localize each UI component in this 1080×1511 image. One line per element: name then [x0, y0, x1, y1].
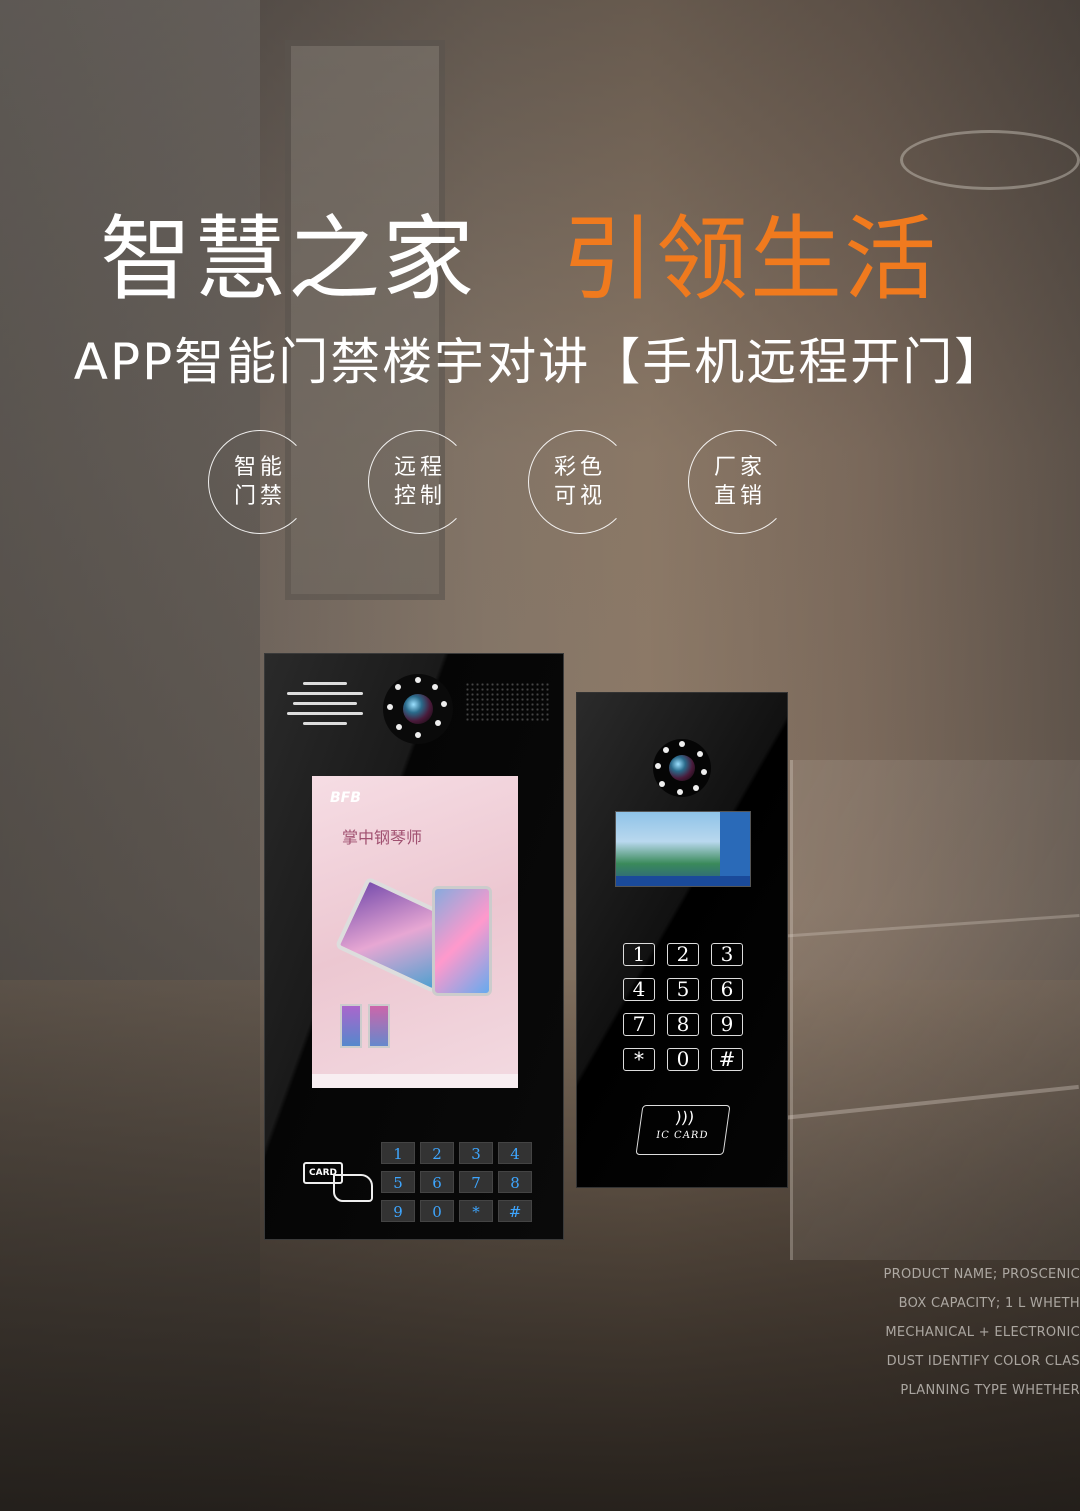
- background-table: [900, 130, 1080, 190]
- keypad-key: 7: [623, 1013, 655, 1036]
- keypad-key: 6: [711, 978, 743, 1001]
- keypad-key: 1: [623, 943, 655, 966]
- display-screen: [615, 811, 751, 887]
- keypad-key: 4: [623, 978, 655, 1001]
- spec-list: PRODUCT NAME; PROSCENIC BOX CAPACITY; 1 …: [870, 1260, 1080, 1405]
- keypad-key: 8: [667, 1013, 699, 1036]
- feature-badge: 彩色 可视: [528, 430, 632, 534]
- screen-ad-title: 掌中钢琴师: [342, 828, 423, 847]
- card-reader-icon: CARD: [303, 1162, 383, 1206]
- badge-line: 门禁: [233, 484, 286, 509]
- keypad-key: 1: [381, 1142, 415, 1164]
- badge-line: 厂家: [713, 455, 766, 480]
- keypad-key: 0: [420, 1200, 454, 1222]
- background-glass: [790, 760, 1080, 1260]
- keypad-key: 5: [667, 978, 699, 1001]
- keypad-key: #: [498, 1200, 532, 1222]
- badge-line: 直销: [713, 484, 766, 509]
- keypad-key: 7: [459, 1171, 493, 1193]
- intercom-panel-small: 1 2 3 4 5 6 7 8 9 * 0 # ))) IC CARD: [576, 692, 788, 1188]
- mic-grille-icon: [465, 682, 549, 722]
- feature-badges: 智能 门禁 远程 控制 彩色 可视 厂家 直销: [0, 430, 1080, 535]
- badge-line: 彩色: [553, 455, 606, 480]
- keypad-key: #: [711, 1048, 743, 1071]
- spec-line: PLANNING TYPE WHETHER: [900, 1383, 1080, 1398]
- keypad: 1 2 3 4 5 6 7 8 9 0 * #: [381, 1142, 532, 1222]
- keypad-key: 2: [667, 943, 699, 966]
- intercom-panel-large: BFB 掌中钢琴师 CARD 1 2 3 4 5 6 7 8 9 0 * #: [264, 653, 564, 1240]
- feature-badge: 远程 控制: [368, 430, 472, 534]
- keypad-key: *: [623, 1048, 655, 1071]
- headline-right: 引领生活: [562, 206, 939, 313]
- keypad-key: 2: [420, 1142, 454, 1164]
- badge-line: 智能: [233, 455, 286, 480]
- keypad: 1 2 3 4 5 6 7 8 9 * 0 #: [623, 943, 743, 1071]
- nfc-icon: ))): [674, 1108, 696, 1127]
- keypad-key: 9: [711, 1013, 743, 1036]
- badge-line: 远程: [393, 455, 446, 480]
- headline-left: 智慧之家: [100, 206, 477, 313]
- keypad-key: 5: [381, 1171, 415, 1193]
- keypad-key: 4: [498, 1142, 532, 1164]
- spec-line: MECHANICAL + ELECTRONIC: [885, 1325, 1080, 1340]
- feature-badge: 智能 门禁: [208, 430, 312, 534]
- spec-line: DUST IDENTIFY COLOR CLAS: [886, 1354, 1080, 1369]
- keypad-key: 3: [711, 943, 743, 966]
- camera-icon: [653, 739, 711, 797]
- keypad-key: 0: [667, 1048, 699, 1071]
- subtitle: APP智能门禁楼宇对讲【手机远程开门】: [73, 333, 1007, 391]
- keypad-key: 8: [498, 1171, 532, 1193]
- keypad-key: *: [459, 1200, 493, 1222]
- feature-badge: 厂家 直销: [688, 430, 792, 534]
- keypad-key: 6: [420, 1171, 454, 1193]
- display-screen: BFB 掌中钢琴师: [312, 776, 518, 1088]
- headline: 智慧之家 引领生活: [0, 185, 1080, 313]
- screen-brand: BFB: [330, 790, 361, 806]
- ic-card-label: IC CARD: [655, 1130, 710, 1141]
- ic-card-reader: ))) IC CARD: [635, 1105, 731, 1155]
- speaker-grille-icon: [287, 682, 363, 732]
- badge-line: 控制: [393, 484, 446, 509]
- spec-line: BOX CAPACITY; 1 L WHETH: [898, 1296, 1080, 1311]
- keypad-key: 9: [381, 1200, 415, 1222]
- keypad-key: 3: [459, 1142, 493, 1164]
- spec-line: PRODUCT NAME; PROSCENIC: [883, 1267, 1080, 1282]
- camera-icon: [383, 674, 453, 744]
- badge-line: 可视: [553, 484, 606, 509]
